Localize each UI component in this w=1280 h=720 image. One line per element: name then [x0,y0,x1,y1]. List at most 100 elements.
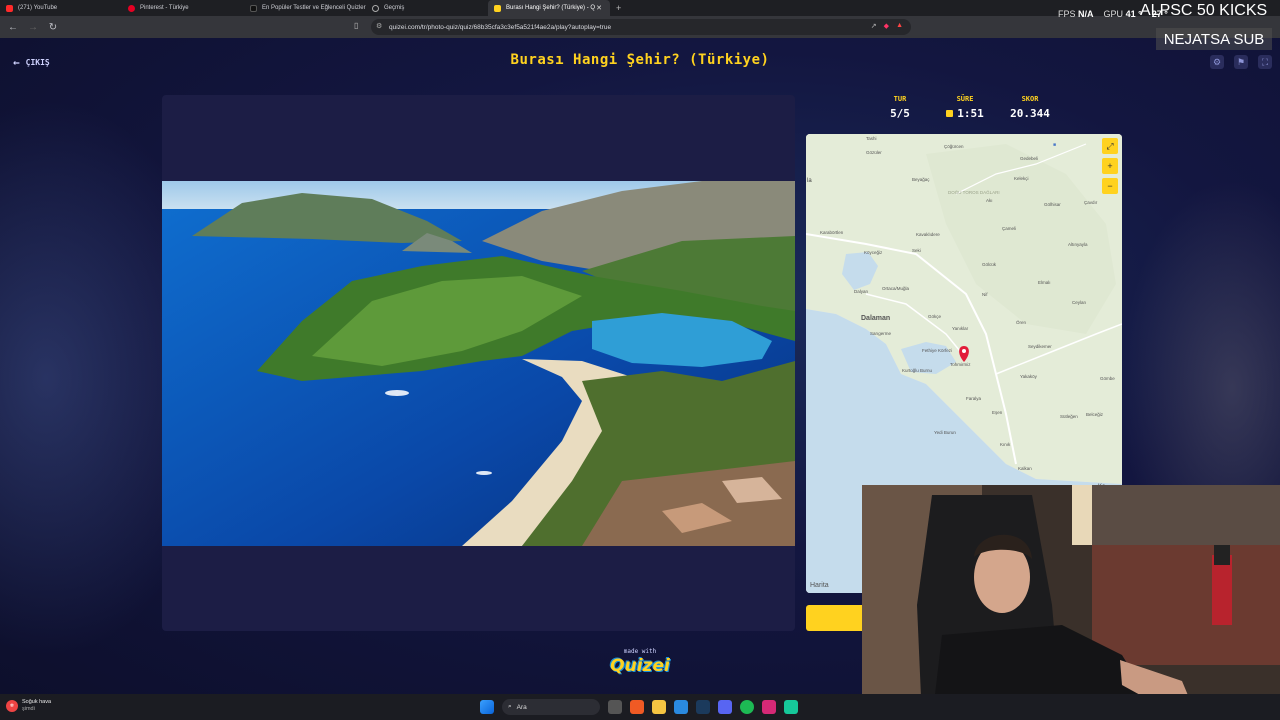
round-stat: TUR 5/5 [870,95,930,125]
webcam-image [862,485,1280,720]
taskbar-apps: ⌕ Ara [480,699,798,715]
map-place-label: Kavaklıdere [916,232,940,237]
task-view-icon[interactable] [608,700,622,714]
settings-icon[interactable]: ⚙ [1210,55,1224,69]
back-icon[interactable]: ← [6,22,20,33]
search-icon: ⌕ [508,703,512,710]
map-place-label: Gözüler [866,150,882,155]
score-stat: SKOR 20.344 [1000,95,1060,125]
app-icon[interactable] [784,700,798,714]
browser-tab[interactable]: Pinterest - Türkiye [122,0,244,16]
spotify-icon[interactable] [740,700,754,714]
map-place-label: Gölcük [982,262,997,267]
map-place-label: Gömbe [1100,376,1115,381]
map-place-label: Dalaman [861,315,890,322]
address-bar: ← → ↻ ▯ ⚙ quizei.com/tr/photo-quiz/quiz/… [0,16,1280,38]
map-place-label: Sarıgerme [870,331,892,336]
weather-title: Soğuk hava [22,699,52,705]
gpu-label: GPU [1103,9,1124,19]
new-tab-icon[interactable]: + [616,3,621,13]
tab-label: Pinterest - Türkiye [140,5,189,11]
quizei-favicon-icon [250,4,257,12]
taskbar-search[interactable]: ⌕ Ara [502,699,600,715]
bookmark-icon[interactable]: ▯ [354,21,358,30]
vscode-icon[interactable] [674,700,688,714]
map-place-label: Akı [986,198,993,203]
time-value: 1:51 [957,107,984,120]
map-place-label: Çavdır [1084,200,1098,205]
forward-icon[interactable]: → [26,22,40,33]
time-stat: SÜRE 1:51 [935,95,995,125]
quizei-logo[interactable]: Quizei [608,656,672,676]
windows-start-icon[interactable] [480,700,494,714]
pinterest-favicon-icon [128,4,135,12]
stream-kicks-overlay: ALPSC 50 KICKS [1140,2,1268,19]
map-place-label: Altınyayla [1068,242,1088,247]
highway-shield-icon: ■ [1053,142,1056,148]
map-place-label: Kınık [1000,442,1011,447]
photo-panel [162,95,795,631]
browser-tab-active[interactable]: Burası Hangi Şehir? (Türkiye) - Q ✕ [488,0,610,16]
made-with-label: made with [623,648,657,655]
brave-browser-icon[interactable] [630,700,644,714]
map-place-label: Yanıklar [952,326,969,331]
map-place-label: Nif [982,292,988,297]
map-place-label: Tashi [866,136,877,141]
instagram-icon[interactable] [762,700,776,714]
map-place-label: Gölhisar [1044,202,1061,207]
map-place-label: Çöğürcen [944,144,964,149]
file-explorer-icon[interactable] [652,700,666,714]
round-value: 5/5 [890,107,910,120]
quizei-favicon-icon [494,4,501,12]
map-place-label: Ceylan [1072,300,1087,305]
map-place-label: Beyağaç [912,177,930,182]
url-field[interactable]: ⚙ quizei.com/tr/photo-quiz/quiz/68b35cfa… [371,19,911,35]
fps-value: N/A [1078,9,1094,19]
youtube-favicon-icon [6,4,13,12]
steam-icon[interactable] [696,700,710,714]
map-place-label: Ören [1016,319,1027,325]
map-place-label: Çameli [1002,226,1016,231]
flag-icon[interactable]: ⚑ [1234,55,1248,69]
map-place-label: Kelekçi [1014,176,1029,181]
discord-icon[interactable] [718,700,732,714]
round-label: TUR [893,95,907,103]
timer-icon [946,110,954,117]
rewards-icon[interactable]: ▲ [896,22,903,30]
weather-widget[interactable]: ❄ Soğuk hava şimdi [6,699,51,713]
map-attribution: Harita [810,582,829,589]
reload-icon[interactable]: ↻ [46,22,60,33]
zoom-out-icon[interactable]: − [1102,178,1118,194]
map-place-label: DOĞU TOROS DAĞLARI [948,189,1000,195]
weather-sub: şimdi [22,706,35,712]
map-place-label: Faralya [966,396,982,401]
map-place-label: Elmalı [1038,280,1051,285]
close-tab-icon[interactable]: ✕ [596,4,602,12]
map-place-label: Tohmirmiz [950,362,971,367]
browser-tab[interactable]: Geçmiş [366,0,488,16]
map-place-label: Karabörtlen [820,230,844,235]
map-place-label: Belceğiz [1086,412,1104,417]
map-place-label: Kalkan [1018,466,1032,471]
map-place-label: Seki [912,248,921,253]
time-label: SÜRE [956,95,974,103]
map-place-label: Köyceğiz [864,250,883,255]
map-place-label: Ortaca/Muğla [882,286,910,291]
lagoon-photo-image [162,181,795,546]
map-expand-icon[interactable]: ⤢ [1102,138,1118,154]
map-place-label: Fethiye Körfezi [922,348,952,353]
tab-label: Geçmiş [384,5,405,11]
brave-shield-icon[interactable]: ◆ [884,22,889,30]
share-icon[interactable]: ↗ [871,22,877,30]
fullscreen-icon[interactable]: ⛶ [1258,55,1272,69]
stream-subs-overlay: NEJATSA SUB [1156,28,1272,50]
time-value-row: 1:51 [946,107,984,120]
map-place-label: Yakaköy [1020,374,1038,379]
browser-tab[interactable]: (271) YouTube [0,0,122,16]
map-place-label: Seydikemer [1028,344,1052,349]
fps-label: FPS [1058,9,1076,19]
map-place-label: Dalyan [854,289,869,294]
browser-tab[interactable]: En Popüler Testler ve Eğlenceli Quizler [244,0,366,16]
zoom-in-icon[interactable]: + [1102,158,1118,174]
site-info-icon[interactable]: ⚙ [376,22,382,30]
